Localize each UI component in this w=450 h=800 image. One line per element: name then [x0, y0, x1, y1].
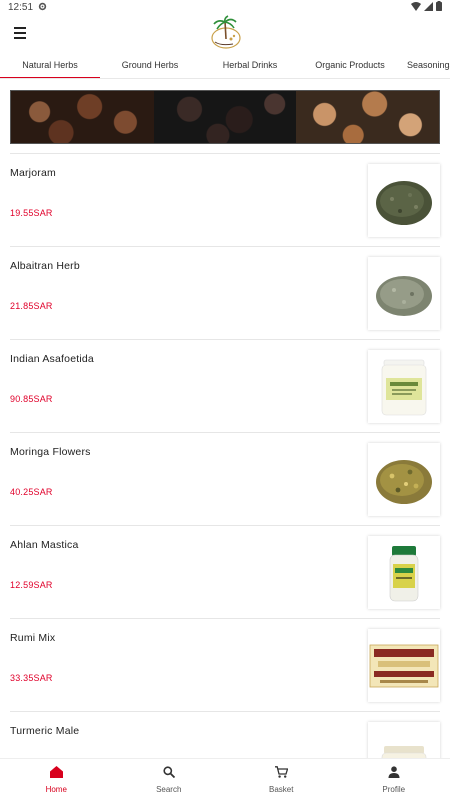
nav-basket-label: Basket [269, 785, 294, 794]
banner-dates-image [11, 91, 154, 143]
product-row[interactable]: Albaitran Herb 21.85SAR [10, 246, 440, 339]
product-price: 33.35SAR [10, 673, 53, 683]
search-icon [163, 765, 175, 783]
cart-icon [274, 765, 289, 783]
home-icon [49, 765, 63, 783]
product-price: 19.55SAR [10, 208, 53, 218]
nav-search[interactable]: Search [113, 759, 226, 800]
cellular-signal-icon [424, 1, 433, 14]
product-row[interactable]: Marjoram 19.55SAR [10, 153, 440, 246]
nav-profile-label: Profile [382, 785, 406, 794]
wifi-icon [411, 1, 421, 14]
nav-home[interactable]: Home [0, 759, 113, 800]
app-logo [207, 15, 243, 51]
product-name: Rumi Mix [10, 632, 56, 644]
nav-search-label: Search [156, 785, 182, 794]
settings-gear-icon [38, 2, 47, 14]
product-image [368, 164, 440, 237]
nav-profile[interactable]: Profile [338, 759, 450, 800]
product-name: Turmeric Male [10, 725, 80, 737]
product-name: Indian Asafoetida [10, 353, 94, 365]
tab-seasonings[interactable]: Seasonings [400, 53, 450, 78]
status-right [411, 1, 442, 14]
battery-icon [436, 1, 442, 14]
product-price: 12.59SAR [10, 580, 53, 590]
product-row[interactable]: Moringa Flowers 40.25SAR [10, 432, 440, 525]
product-row[interactable]: Rumi Mix 33.35SAR [10, 618, 440, 711]
product-image [368, 536, 440, 609]
bottom-navigation: Home Search Basket Profile [0, 758, 450, 800]
product-list: Marjoram 19.55SAR Albaitran Herb 21.85SA… [10, 153, 440, 800]
promo-banner[interactable] [10, 90, 440, 144]
banner-dark-dates-image [153, 91, 297, 143]
product-image [368, 257, 440, 330]
banner-light-dates-image [296, 91, 439, 143]
product-name: Marjoram [10, 167, 56, 179]
product-name: Albaitran Herb [10, 260, 80, 272]
tab-ground-herbs[interactable]: Ground Herbs [100, 53, 200, 78]
status-bar: 12:51 [0, 0, 450, 15]
product-row[interactable]: Ahlan Mastica 12.59SAR [10, 525, 440, 618]
nav-home-label: Home [45, 785, 67, 794]
product-row[interactable]: Indian Asafoetida 90.85SAR [10, 339, 440, 432]
menu-button[interactable] [12, 24, 30, 42]
tab-natural-herbs[interactable]: Natural Herbs [0, 53, 100, 78]
product-name: Moringa Flowers [10, 446, 91, 458]
app-bar [0, 15, 450, 56]
product-image [368, 629, 440, 702]
product-name: Ahlan Mastica [10, 539, 79, 551]
category-tabs: Natural Herbs Ground Herbs Herbal Drinks… [0, 53, 450, 79]
product-image [368, 350, 440, 423]
product-price: 40.25SAR [10, 487, 53, 497]
person-icon [388, 765, 400, 783]
tab-herbal-drinks[interactable]: Herbal Drinks [200, 53, 300, 78]
product-image [368, 443, 440, 516]
status-time: 12:51 [8, 2, 34, 13]
tab-organic-products[interactable]: Organic Products [300, 53, 400, 78]
status-left: 12:51 [8, 2, 47, 14]
product-price: 90.85SAR [10, 394, 53, 404]
nav-basket[interactable]: Basket [225, 759, 338, 800]
product-price: 21.85SAR [10, 301, 53, 311]
